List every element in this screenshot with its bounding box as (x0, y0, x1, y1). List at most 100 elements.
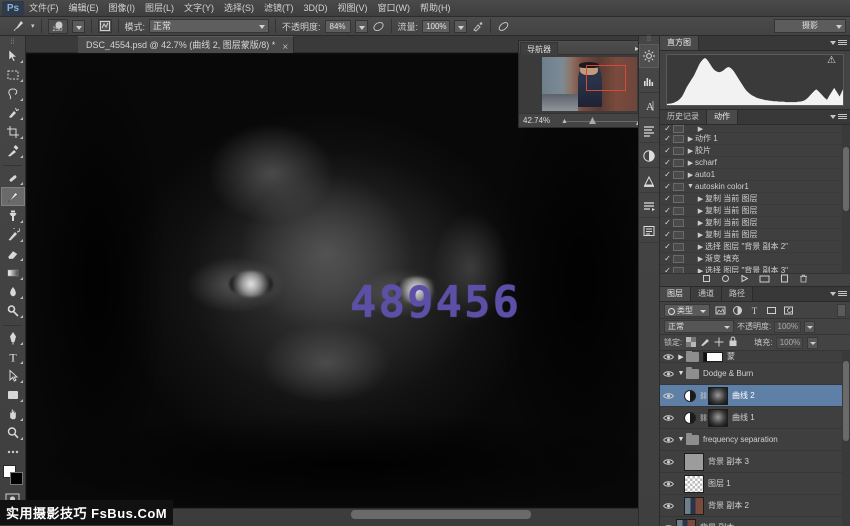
dock-grip[interactable]: ⁞⁞ (639, 36, 659, 44)
action-toggle-check[interactable]: ✓ (662, 170, 673, 179)
stop-recording-icon[interactable] (702, 274, 711, 286)
menu-edit[interactable]: 编辑(E) (64, 1, 104, 16)
tab-channels[interactable]: 通道 (691, 287, 722, 301)
character-icon[interactable]: A (639, 94, 659, 118)
menu-view[interactable]: 视图(V) (333, 1, 373, 16)
layer-visibility-icon[interactable] (660, 353, 676, 361)
new-action-icon[interactable] (780, 274, 789, 286)
menu-3d[interactable]: 3D(D) (299, 1, 333, 16)
group-expand-arrow[interactable]: ▼ (676, 370, 686, 377)
brush-tool[interactable] (1, 187, 25, 206)
action-toggle-check[interactable]: ✓ (662, 182, 673, 191)
brush-preset-picker-button[interactable] (72, 20, 85, 33)
menu-select[interactable]: 选择(S) (219, 1, 259, 16)
action-expand-arrow[interactable]: ▶ (696, 243, 705, 251)
action-row[interactable]: ✓▶渐变 填充 (660, 253, 850, 265)
group-expand-arrow[interactable]: ▶ (676, 353, 686, 361)
action-expand-arrow[interactable]: ▶ (686, 159, 695, 167)
menu-layer[interactable]: 图层(L) (140, 1, 179, 16)
layer-mask-thumbnail[interactable] (708, 387, 728, 405)
tab-actions[interactable]: 动作 (707, 110, 738, 124)
filter-pixel-icon[interactable] (714, 304, 727, 317)
layer-mask-thumbnail[interactable] (703, 352, 723, 362)
layer-visibility-icon[interactable] (660, 436, 676, 444)
filter-enable-toggle[interactable] (837, 304, 846, 317)
action-toggle-check[interactable]: ✓ (662, 254, 673, 263)
quick-selection-tool[interactable] (1, 103, 25, 122)
layer-row[interactable]: ▼frequency separation (660, 429, 850, 451)
action-toggle-check[interactable]: ✓ (662, 266, 673, 273)
menu-help[interactable]: 帮助(H) (415, 1, 456, 16)
chevron-down-icon[interactable] (830, 292, 836, 296)
lock-position-icon[interactable] (714, 337, 724, 349)
new-set-icon[interactable] (759, 274, 770, 286)
action-row[interactable]: ✓▶复制 当前 图层 (660, 193, 850, 205)
opacity-pressure-icon[interactable] (372, 20, 385, 33)
brush-size-preview[interactable]: 250 (48, 19, 68, 34)
action-dialog-toggle[interactable] (673, 219, 684, 227)
paragraph-icon[interactable] (639, 119, 659, 143)
mask-link-icon[interactable]: ⛓ (699, 414, 708, 422)
tab-navigator[interactable]: 导航器 (520, 42, 558, 55)
action-row[interactable]: ✓▶复制 当前 图层 (660, 229, 850, 241)
action-expand-arrow[interactable]: ▶ (696, 231, 705, 239)
layer-visibility-icon[interactable] (660, 458, 676, 466)
clone-stamp-tool[interactable] (1, 206, 25, 225)
actions-panel-menu[interactable] (830, 113, 847, 121)
chevron-down-icon[interactable] (830, 41, 836, 45)
layer-fill-input[interactable]: 100% (776, 337, 803, 349)
menu-file[interactable]: 文件(F) (24, 1, 64, 16)
action-dialog-toggle[interactable] (673, 183, 684, 191)
action-dialog-toggle[interactable] (673, 159, 684, 167)
lock-all-icon[interactable] (728, 336, 738, 349)
filter-type-text-icon[interactable]: T (748, 304, 761, 317)
flow-input[interactable]: 100% (422, 20, 450, 33)
brush-panel-toggle-icon[interactable] (98, 19, 112, 33)
eyedropper-tool[interactable] (1, 141, 25, 160)
action-expand-arrow[interactable]: ▶ (686, 135, 695, 143)
workspace-selector[interactable]: 摄影 (774, 19, 846, 33)
action-toggle-check[interactable]: ✓ (662, 218, 673, 227)
group-expand-arrow[interactable]: ▼ (676, 436, 686, 443)
crop-tool[interactable] (1, 122, 25, 141)
layer-row[interactable]: 背景 副本 3 (660, 451, 850, 473)
layer-row[interactable]: 背景 副本 2 (660, 495, 850, 517)
tab-paths[interactable]: 路径 (722, 287, 753, 301)
scrollbar-thumb[interactable] (843, 361, 849, 441)
path-selection-tool[interactable] (1, 366, 25, 385)
document-tab[interactable]: DSC_4554.psd @ 42.7% (曲线 2, 图层蒙版/8) * × (78, 36, 294, 53)
action-dialog-toggle[interactable] (673, 207, 684, 215)
pen-tool[interactable] (1, 328, 25, 347)
action-row[interactable]: ✓▶选择 图层 "背景 副本 3" (660, 265, 850, 273)
airbrush-toggle-icon[interactable] (471, 20, 484, 33)
layer-row[interactable]: 图层 1 (660, 473, 850, 495)
panel-menu-icon[interactable] (838, 113, 847, 121)
action-dialog-toggle[interactable] (673, 195, 684, 203)
opacity-stepper[interactable] (355, 20, 368, 33)
navigator-zoom-value[interactable]: 42.74% (519, 116, 550, 125)
action-dialog-toggle[interactable] (673, 135, 684, 143)
layer-row[interactable]: ⛓曲线 1 (660, 407, 850, 429)
action-row[interactable]: ✓▶ (660, 125, 850, 133)
panel-menu-icon[interactable] (838, 290, 847, 298)
brush-preset-chevron-icon[interactable]: ▾ (31, 22, 35, 30)
navigator-zoom-slider[interactable] (563, 121, 643, 122)
action-toggle-check[interactable]: ✓ (662, 242, 673, 251)
color-swatches[interactable] (1, 464, 25, 486)
action-expand-arrow[interactable]: ▶ (686, 147, 695, 155)
action-row[interactable]: ✓▼autoskin color1 (660, 181, 850, 193)
chevron-down-icon[interactable] (830, 115, 836, 119)
action-row[interactable]: ✓▶胶片 (660, 145, 850, 157)
layer-row[interactable]: ⛓曲线 2 (660, 385, 850, 407)
layer-thumbnail[interactable] (676, 519, 696, 526)
action-toggle-check[interactable]: ✓ (662, 125, 673, 133)
tab-history[interactable]: 历史记录 (660, 110, 707, 124)
zoom-tool[interactable] (1, 423, 25, 442)
layer-row[interactable]: 背景 副本 (660, 517, 850, 526)
marquee-tool[interactable] (1, 65, 25, 84)
layer-row[interactable]: ▼Dodge & Burn (660, 363, 850, 385)
actions-list[interactable]: ✓▶✓▶动作 1✓▶胶片✓▶scharf✓▶auto1✓▼autoskin co… (660, 125, 850, 273)
action-expand-arrow[interactable]: ▶ (696, 207, 705, 215)
properties-icon[interactable] (639, 219, 659, 243)
layer-visibility-icon[interactable] (660, 392, 676, 400)
